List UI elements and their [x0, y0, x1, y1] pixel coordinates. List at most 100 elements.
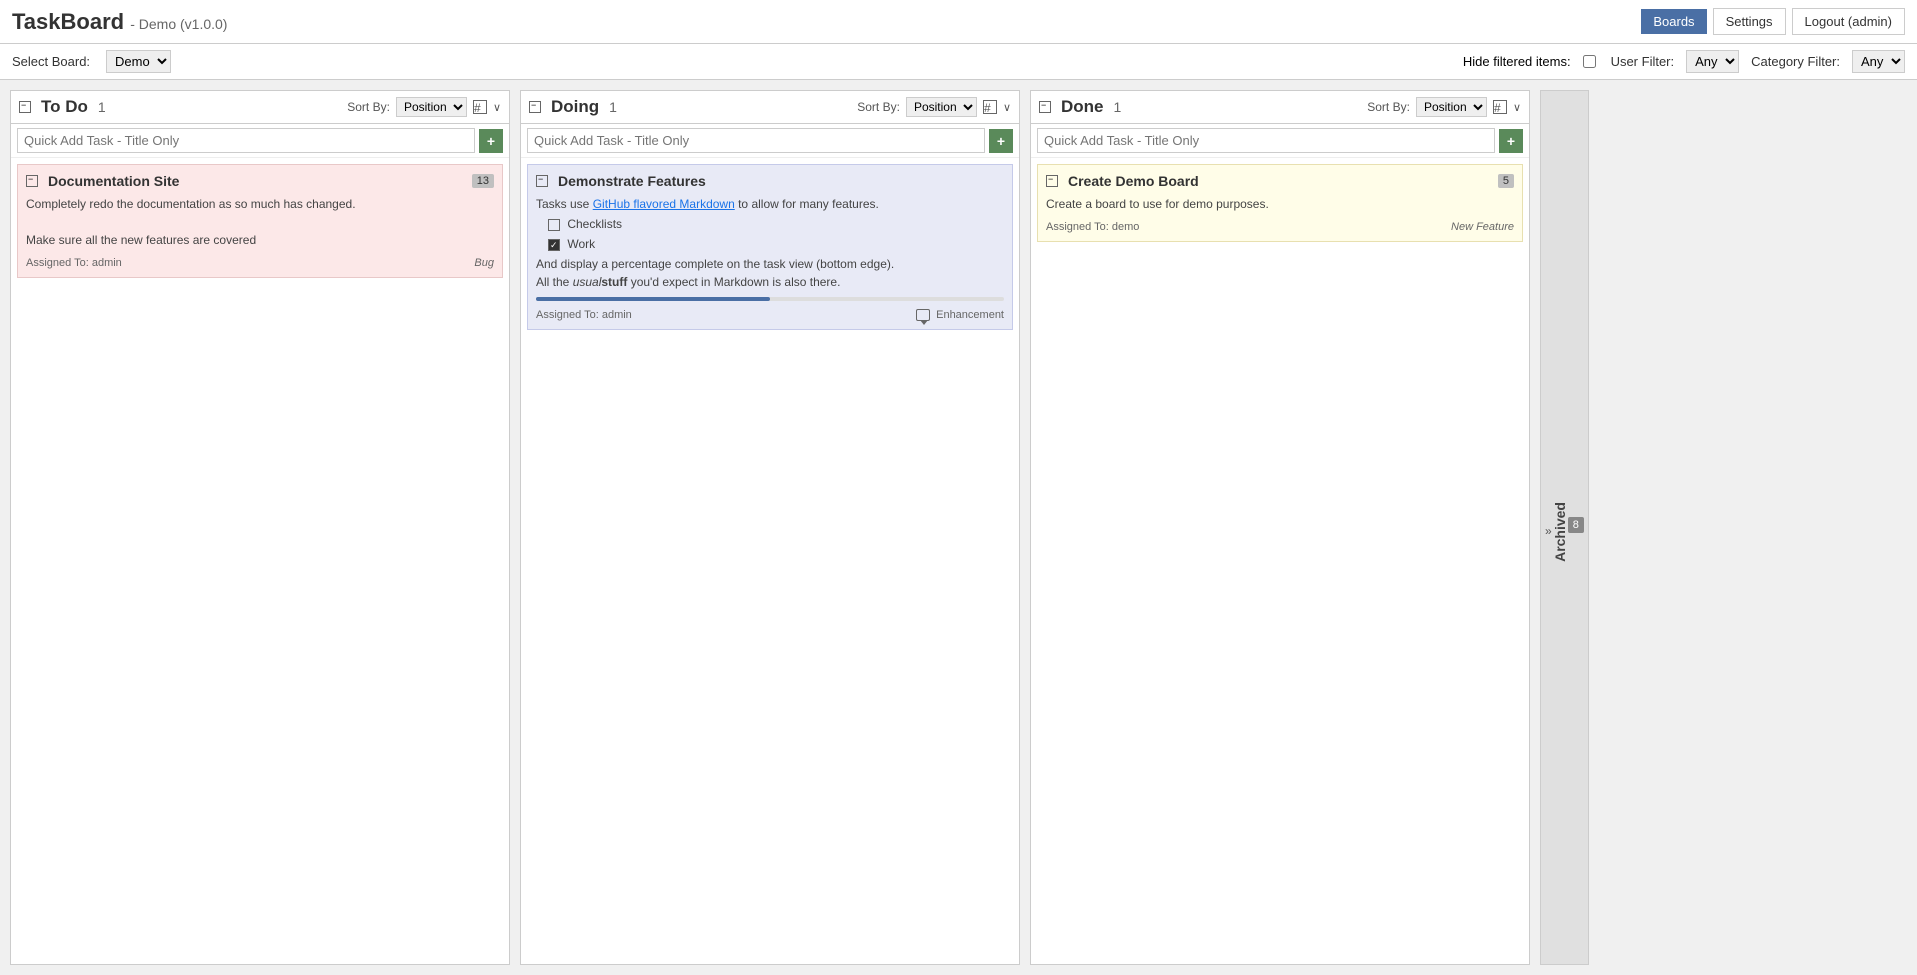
- archived-sidebar[interactable]: 8 Archived »: [1540, 90, 1589, 965]
- card-demonstrate-title[interactable]: Demonstrate Features: [558, 173, 706, 189]
- card-body-line1: Completely redo the documentation as so …: [26, 195, 494, 213]
- card-body-markdown-desc: All the usualstuff you'd expect in Markd…: [536, 273, 1004, 291]
- column-done-count: 1: [1114, 99, 1122, 115]
- card-demonstrate-collapse-icon[interactable]: [536, 175, 548, 187]
- app-header: TaskBoard - Demo (v1.0.0) Boards Setting…: [0, 0, 1917, 44]
- card-demo-tag: New Feature: [1451, 221, 1514, 233]
- board-select[interactable]: Demo: [106, 50, 171, 73]
- sort-label-todo: Sort By:: [347, 100, 390, 114]
- quick-add-todo-input[interactable]: [17, 128, 475, 153]
- archived-badge: 8: [1568, 517, 1584, 533]
- app-name: TaskBoard: [12, 9, 124, 34]
- toolbar: Select Board: Demo Hide filtered items: …: [0, 44, 1917, 80]
- settings-button[interactable]: Settings: [1713, 8, 1786, 35]
- column-doing-controls: Sort By: Position # ∨: [857, 97, 1011, 117]
- archived-arrow-icon: »: [1545, 524, 1552, 538]
- card-demo-title[interactable]: Create Demo Board: [1068, 173, 1199, 189]
- card-documentation-number: 13: [472, 174, 494, 188]
- select-board-label: Select Board:: [12, 54, 90, 69]
- toolbar-right: Hide filtered items: User Filter: Any Ca…: [1463, 50, 1905, 73]
- card-documentation-tag: Bug: [474, 257, 494, 269]
- done-cards: Create Demo Board 5 Create a board to us…: [1031, 158, 1529, 964]
- column-todo-header: To Do 1 Sort By: Position # ∨: [11, 91, 509, 124]
- card-documentation-title[interactable]: Documentation Site: [48, 173, 179, 189]
- quick-add-done-button[interactable]: +: [1499, 129, 1523, 153]
- card-documentation-assigned: Assigned To: admin: [26, 257, 122, 269]
- card-documentation-site: Documentation Site 13 Completely redo th…: [17, 164, 503, 278]
- hide-filtered-checkbox[interactable]: [1583, 55, 1596, 68]
- column-todo: To Do 1 Sort By: Position # ∨ + Document…: [10, 90, 510, 965]
- card-collapse-icon[interactable]: [26, 175, 38, 187]
- collapse-done-icon[interactable]: [1039, 101, 1051, 113]
- todo-cards: Documentation Site 13 Completely redo th…: [11, 158, 509, 964]
- unchecked-icon: [548, 219, 560, 231]
- chevron-icon-todo[interactable]: ∨: [493, 101, 501, 114]
- card-documentation-body: Completely redo the documentation as so …: [26, 195, 494, 249]
- quick-add-doing-row: +: [521, 124, 1019, 158]
- chevron-icon-done[interactable]: ∨: [1513, 101, 1521, 114]
- comment-icon: [916, 309, 930, 321]
- card-demonstrate-tag: Enhancement: [916, 309, 1004, 321]
- checklist-item-checklists: Checklists: [548, 215, 1004, 233]
- sort-label-doing: Sort By:: [857, 100, 900, 114]
- boards-button[interactable]: Boards: [1641, 9, 1706, 34]
- card-demonstrate-footer: Assigned To: admin Enhancement: [536, 309, 1004, 321]
- hide-filtered-label: Hide filtered items:: [1463, 54, 1571, 69]
- card-body-progress-desc: And display a percentage complete on the…: [536, 255, 1004, 273]
- card-create-demo-board: Create Demo Board 5 Create a board to us…: [1037, 164, 1523, 242]
- card-body-line2: Make sure all the new features are cover…: [26, 231, 494, 249]
- card-demo-desc: Create a board to use for demo purposes.: [1046, 195, 1514, 213]
- sort-select-doing[interactable]: Position: [906, 97, 977, 117]
- card-demonstrate-header: Demonstrate Features: [536, 173, 1004, 189]
- column-done-title: Done: [1061, 97, 1104, 117]
- card-demo-collapse-icon[interactable]: [1046, 175, 1058, 187]
- column-doing-header: Doing 1 Sort By: Position # ∨: [521, 91, 1019, 124]
- github-markdown-link[interactable]: GitHub flavored Markdown: [593, 197, 735, 211]
- hash-icon-done[interactable]: #: [1493, 100, 1507, 114]
- header-buttons: Boards Settings Logout (admin): [1641, 8, 1905, 35]
- card-markdown-intro: Tasks use GitHub flavored Markdown to al…: [536, 195, 1004, 213]
- collapse-todo-icon[interactable]: [19, 101, 31, 113]
- quick-add-doing-button[interactable]: +: [989, 129, 1013, 153]
- quick-add-todo-button[interactable]: +: [479, 129, 503, 153]
- sort-select-todo[interactable]: Position: [396, 97, 467, 117]
- column-doing-title: Doing: [551, 97, 599, 117]
- quick-add-doing-input[interactable]: [527, 128, 985, 153]
- card-demo-body: Create a board to use for demo purposes.: [1046, 195, 1514, 213]
- quick-add-todo-row: +: [11, 124, 509, 158]
- chevron-icon-doing[interactable]: ∨: [1003, 101, 1011, 114]
- column-todo-title: To Do: [41, 97, 88, 117]
- column-doing: Doing 1 Sort By: Position # ∨ + Demonstr…: [520, 90, 1020, 965]
- doing-cards: Demonstrate Features Tasks use GitHub fl…: [521, 158, 1019, 964]
- card-demo-header: Create Demo Board 5: [1046, 173, 1514, 189]
- column-todo-count: 1: [98, 99, 106, 115]
- user-filter-select[interactable]: Any: [1686, 50, 1739, 73]
- collapse-doing-icon[interactable]: [529, 101, 541, 113]
- checklist-work-label: Work: [567, 237, 595, 251]
- card-progress-bar-container: [536, 297, 1004, 301]
- card-demonstrate-features: Demonstrate Features Tasks use GitHub fl…: [527, 164, 1013, 330]
- checklist-item-work: Work: [548, 235, 1004, 253]
- checklist-checklists-label: Checklists: [567, 217, 622, 231]
- user-filter-label: User Filter:: [1611, 54, 1675, 69]
- sort-label-done: Sort By:: [1367, 100, 1410, 114]
- column-done: Done 1 Sort By: Position # ∨ + Create De…: [1030, 90, 1530, 965]
- quick-add-done-input[interactable]: [1037, 128, 1495, 153]
- hash-icon-doing[interactable]: #: [983, 100, 997, 114]
- column-todo-controls: Sort By: Position # ∨: [347, 97, 501, 117]
- card-progress-bar: [536, 297, 770, 301]
- quick-add-done-row: +: [1031, 124, 1529, 158]
- category-filter-select[interactable]: Any: [1852, 50, 1905, 73]
- card-demonstrate-tag-label: Enhancement: [936, 309, 1004, 321]
- card-demo-assigned: Assigned To: demo: [1046, 221, 1139, 233]
- hash-icon-todo[interactable]: #: [473, 100, 487, 114]
- logout-button[interactable]: Logout (admin): [1792, 8, 1905, 35]
- card-documentation-header: Documentation Site 13: [26, 173, 494, 189]
- column-done-controls: Sort By: Position # ∨: [1367, 97, 1521, 117]
- card-documentation-footer: Assigned To: admin Bug: [26, 257, 494, 269]
- board-area: To Do 1 Sort By: Position # ∨ + Document…: [0, 80, 1917, 975]
- app-subtitle: - Demo (v1.0.0): [130, 16, 227, 32]
- card-demo-number: 5: [1498, 174, 1514, 188]
- card-demonstrate-body: Tasks use GitHub flavored Markdown to al…: [536, 195, 1004, 291]
- sort-select-done[interactable]: Position: [1416, 97, 1487, 117]
